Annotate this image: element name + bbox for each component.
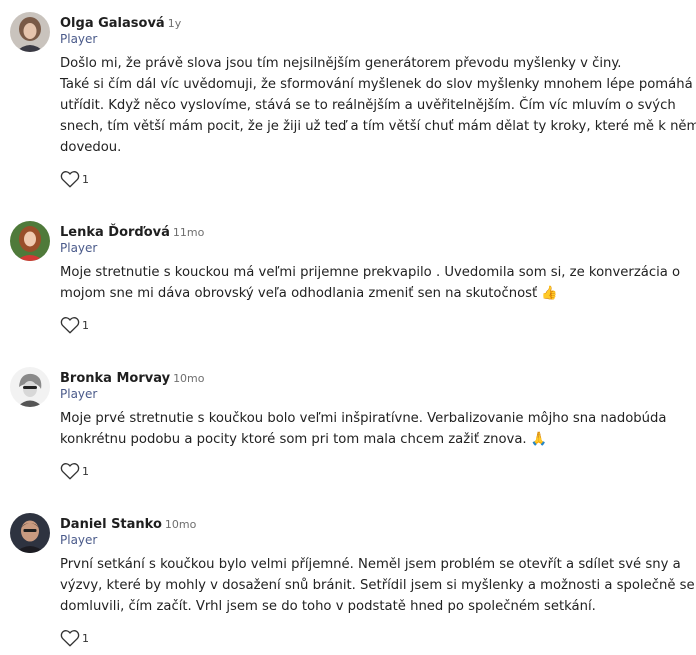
comment-line: Moje stretnutie s kouckou má veľmi prije… <box>60 265 681 280</box>
avatar[interactable] <box>10 513 50 553</box>
comment-time: 10mo <box>164 518 197 531</box>
avatar[interactable] <box>10 221 50 261</box>
comment-time: 1y <box>167 17 182 30</box>
comment-line: konkrétnu podobu a pocity ktoré som pri … <box>60 432 548 447</box>
avatar-image <box>10 367 50 407</box>
heart-outline-icon <box>60 171 80 188</box>
like-button[interactable]: 1 <box>60 170 89 188</box>
comment-line: mojom sne mi dáva obrovský veľa odhodlan… <box>60 286 558 301</box>
avatar[interactable] <box>10 367 50 407</box>
like-button[interactable]: 1 <box>60 629 89 647</box>
comment-line: První setkání s koučkou bylo velmi příje… <box>60 557 681 572</box>
comment-line: výzvy, které by mohly v dosažení snů brá… <box>60 578 695 593</box>
like-button[interactable]: 1 <box>60 316 89 334</box>
author-role: Player <box>60 32 98 46</box>
avatar[interactable] <box>10 12 50 52</box>
comment-line: snech, tím větší mám pocit, že je žiji u… <box>60 119 696 134</box>
comment-line: Také si čím dál víc uvědomuji, že sformo… <box>60 77 693 92</box>
heart-outline-icon <box>60 463 80 480</box>
avatar-image <box>10 513 50 553</box>
author-name[interactable]: Daniel Stanko <box>60 517 162 532</box>
comment-line: dovedou. <box>60 140 122 155</box>
comment-line: utřídit. Když něco vyslovíme, stává se t… <box>60 98 676 113</box>
author-name[interactable]: Olga Galasová <box>60 16 165 31</box>
comment-line: domluvili, čím začít. Vrhl jsem se do to… <box>60 599 596 614</box>
avatar-image <box>10 221 50 261</box>
comment-line: Došlo mi, že právě slova jsou tím nejsil… <box>60 56 622 71</box>
comment-time: 11mo <box>172 226 205 239</box>
comment-text: Moje stretnutie s kouckou má veľmi prije… <box>60 262 680 304</box>
author-name[interactable]: Bronka Morvay <box>60 371 170 386</box>
avatar-image <box>10 12 50 52</box>
comment-time: 10mo <box>173 372 205 385</box>
like-count: 1 <box>82 318 89 332</box>
author-role: Player <box>60 533 98 547</box>
heart-outline-icon <box>60 630 80 647</box>
author-role: Player <box>60 387 98 401</box>
comment-line: Moje prvé stretnutie s koučkou bolo veľm… <box>60 411 667 426</box>
heart-outline-icon <box>60 317 80 334</box>
like-button[interactable]: 1 <box>60 462 89 480</box>
comment-text: Moje prvé stretnutie s koučkou bolo veľm… <box>60 408 680 450</box>
author-role: Player <box>60 241 98 255</box>
comment-text: První setkání s koučkou bylo velmi příje… <box>60 554 695 617</box>
like-count: 1 <box>82 631 89 645</box>
author-name[interactable]: Lenka Ďorďová <box>60 225 170 240</box>
like-count: 1 <box>82 464 89 478</box>
like-count: 1 <box>82 172 89 186</box>
comment-text: Došlo mi, že právě slova jsou tím nejsil… <box>60 53 696 158</box>
